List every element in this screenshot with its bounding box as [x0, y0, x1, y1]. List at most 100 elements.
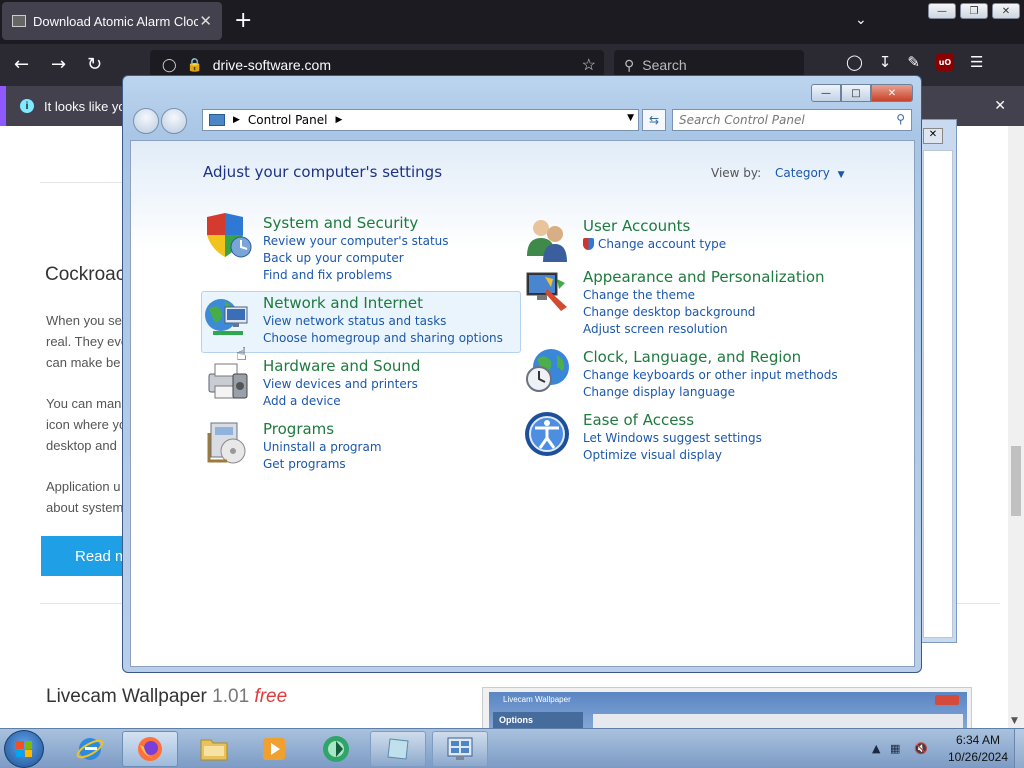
category-link[interactable]: Get programs: [263, 456, 382, 473]
article-title[interactable]: Cockroac: [45, 264, 125, 286]
close-button[interactable]: ✕: [871, 84, 913, 102]
reload-icon[interactable]: ↻: [87, 54, 102, 75]
network-icon[interactable]: ▦: [890, 742, 900, 755]
category-link[interactable]: Adjust screen resolution: [583, 321, 825, 338]
chevron-down-icon[interactable]: ⌄: [855, 12, 867, 28]
pocket-icon[interactable]: ◯: [846, 53, 863, 71]
category-link[interactable]: Find and fix problems: [263, 267, 449, 284]
category-link[interactable]: Change the theme: [583, 287, 825, 304]
volume-muted-icon[interactable]: 🔇: [914, 742, 928, 755]
category-title[interactable]: Hardware and Sound: [263, 356, 420, 376]
taskbar-firefox[interactable]: [122, 731, 178, 767]
breadcrumb-arrow-icon[interactable]: ▶: [233, 115, 240, 125]
category-link[interactable]: Uninstall a program: [263, 439, 382, 456]
monitor-paint-icon[interactable]: [523, 267, 573, 315]
taskbar-file-explorer[interactable]: [186, 731, 242, 767]
minimize-button[interactable]: —: [811, 84, 841, 102]
scrollbar-thumb[interactable]: [1011, 446, 1021, 516]
close-icon[interactable]: ✕: [923, 128, 943, 144]
internet-explorer-icon: [76, 738, 104, 760]
start-button[interactable]: [4, 730, 44, 768]
tray-expand-icon[interactable]: ▲: [872, 742, 880, 755]
article-paragraph: Application u about system: [46, 476, 126, 518]
back-arrow-icon[interactable]: ←: [14, 54, 29, 75]
minimize-button[interactable]: —: [928, 3, 956, 19]
browser-tab[interactable]: Download Atomic Alarm Clock ✕: [2, 2, 222, 40]
background-window[interactable]: ✕: [918, 119, 957, 643]
taskbar-media-player[interactable]: [246, 731, 302, 767]
forward-arrow-icon[interactable]: →: [51, 54, 66, 75]
refresh-button[interactable]: ⇆: [642, 109, 666, 131]
taskbar-internet-explorer[interactable]: [62, 731, 118, 767]
forward-button[interactable]: [161, 108, 187, 134]
maximize-button[interactable]: □: [841, 84, 871, 102]
ublock-icon[interactable]: uO: [935, 53, 954, 71]
taskbar-control-panel[interactable]: [432, 731, 488, 767]
category-link[interactable]: Review your computer's status: [263, 233, 449, 250]
tracking-shield-icon[interactable]: ◯: [162, 57, 177, 73]
extensions-icon[interactable]: ✎: [907, 53, 920, 71]
browser-window-controls: — ❐ ✕: [928, 3, 1020, 19]
category-link[interactable]: Change account type: [583, 236, 726, 253]
new-tab-button[interactable]: +: [234, 10, 252, 32]
notification-close-icon[interactable]: ✕: [994, 97, 1006, 114]
breadcrumb-control-panel[interactable]: Control Panel: [248, 113, 328, 127]
category-title[interactable]: User Accounts: [583, 216, 726, 236]
category-title[interactable]: Network and Internet: [263, 293, 503, 313]
url-text: drive-software.com: [212, 57, 332, 73]
system-tray: ▲ ▦ 🔇 6:34 AM 10/26/2024: [868, 729, 1024, 768]
search-icon[interactable]: ⚲: [896, 112, 905, 126]
category-link[interactable]: Let Windows suggest settings: [583, 430, 762, 447]
category-text: User Accounts Change account type: [583, 216, 726, 253]
address-bar[interactable]: ▶ Control Panel ▶ ▼: [202, 109, 639, 131]
search-input[interactable]: Search Control Panel ⚲: [672, 109, 912, 131]
category-title[interactable]: Appearance and Personalization: [583, 267, 825, 287]
category-link[interactable]: Change keyboards or other input methods: [583, 367, 838, 384]
search-icon: ⚲: [624, 56, 635, 73]
category-title[interactable]: System and Security: [263, 213, 449, 233]
lock-icon[interactable]: 🔒: [187, 57, 203, 73]
scroll-down-icon[interactable]: ▼: [1011, 716, 1018, 726]
category-link[interactable]: Optimize visual display: [583, 447, 762, 464]
show-desktop-button[interactable]: [1014, 729, 1024, 768]
clock-time[interactable]: 6:34 AM: [946, 733, 1010, 747]
screenshot-thumbnail[interactable]: Livecam Wallpaper Options: [482, 687, 972, 728]
read-more-button[interactable]: Read m: [41, 536, 131, 576]
restore-button[interactable]: ❐: [960, 3, 988, 19]
clock-date[interactable]: 10/26/2024: [940, 750, 1016, 764]
chevron-down-icon[interactable]: ▼: [838, 170, 845, 180]
taskbar-app-window[interactable]: [370, 731, 426, 767]
shield-icon[interactable]: [203, 213, 253, 261]
programs-icon[interactable]: [203, 419, 253, 467]
category-link[interactable]: Change desktop background: [583, 304, 825, 321]
category-title[interactable]: Programs: [263, 419, 382, 439]
chevron-down-icon[interactable]: ▼: [627, 113, 634, 123]
category-link[interactable]: View network status and tasks: [263, 313, 503, 330]
category-text: Network and Internet View network status…: [263, 293, 503, 347]
breadcrumb-arrow-icon[interactable]: ▶: [336, 115, 343, 125]
bookmark-star-icon[interactable]: ☆: [582, 55, 596, 75]
tab-close-icon[interactable]: ✕: [199, 12, 212, 30]
clock-globe-icon[interactable]: [523, 347, 573, 395]
category-link[interactable]: Choose homegroup and sharing options: [263, 330, 503, 347]
next-article-title[interactable]: Livecam Wallpaper 1.01 free: [46, 686, 287, 708]
category-title[interactable]: Ease of Access: [583, 410, 762, 430]
category-title[interactable]: Clock, Language, and Region: [583, 347, 838, 367]
network-globe-icon[interactable]: [203, 293, 253, 341]
category-link[interactable]: View devices and printers: [263, 376, 420, 393]
ease-of-access-icon[interactable]: [523, 410, 573, 458]
tab-title: Download Atomic Alarm Clock: [33, 13, 198, 29]
menu-icon[interactable]: ☰: [970, 53, 983, 71]
category-link[interactable]: Change display language: [583, 384, 838, 401]
taskbar-green-app[interactable]: [308, 731, 364, 767]
download-icon[interactable]: ↧: [879, 53, 892, 71]
category-link[interactable]: Back up your computer: [263, 250, 449, 267]
close-button[interactable]: ✕: [992, 3, 1020, 19]
media-player-icon: [263, 738, 285, 760]
users-icon[interactable]: [523, 216, 573, 264]
back-button[interactable]: [133, 108, 159, 134]
page-scrollbar[interactable]: ▼: [1008, 126, 1024, 728]
article-paragraph: When you se real. They eve can make be: [46, 310, 126, 373]
view-by-dropdown[interactable]: Category: [775, 166, 830, 180]
category-link[interactable]: Add a device: [263, 393, 420, 410]
